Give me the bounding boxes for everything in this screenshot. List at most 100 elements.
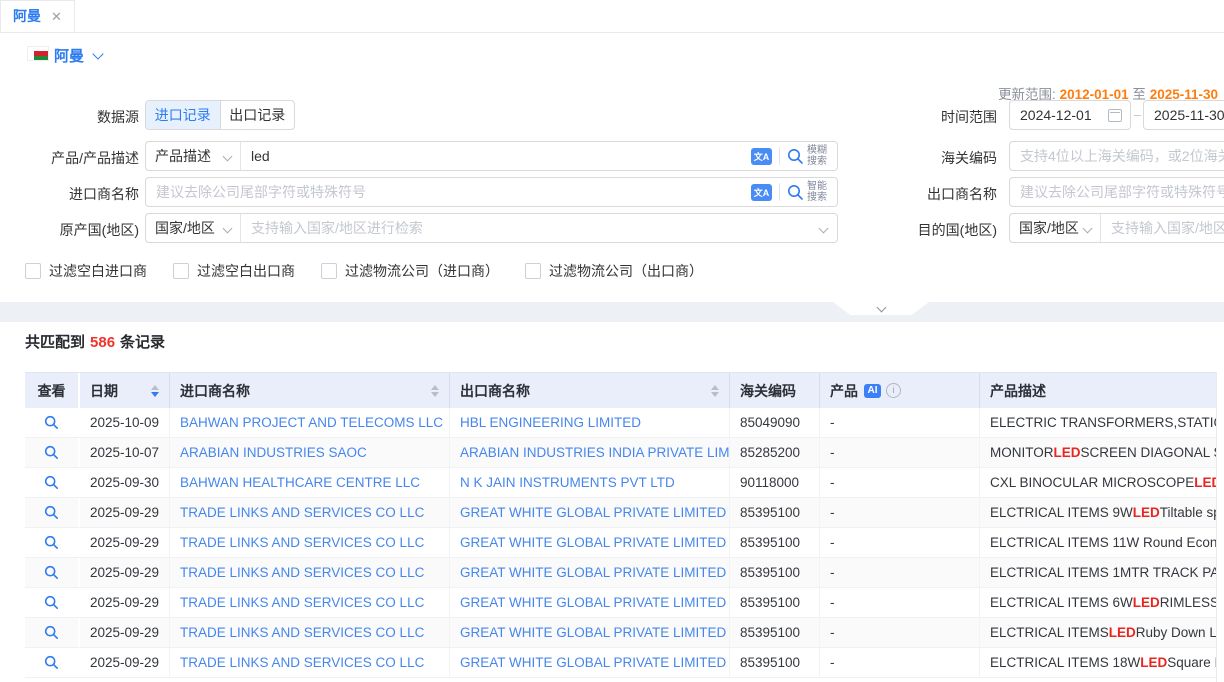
importer-link[interactable]: BAHWAN PROJECT AND TELECOMS LLC (170, 408, 450, 437)
hs-code-cell: 85049090 (730, 408, 820, 437)
exporter-group (1009, 177, 1224, 207)
product-cell: - (820, 558, 980, 587)
product-search-input[interactable] (241, 143, 751, 169)
origin-group: 国家/地区 (145, 213, 838, 243)
translate-icon[interactable]: 文A (751, 184, 772, 201)
date-start-input[interactable]: 2024-12-01 (1009, 100, 1131, 130)
importer-link[interactable]: TRADE LINKS AND SERVICES CO LLC (170, 558, 450, 587)
view-record-icon[interactable] (44, 655, 59, 670)
table-row: 2025-09-29TRADE LINKS AND SERVICES CO LL… (25, 528, 1216, 558)
date-cell: 2025-09-29 (80, 588, 170, 617)
hs-code-cell: 85395100 (730, 588, 820, 617)
country-row: 阿曼 (0, 33, 1224, 73)
view-record-icon[interactable] (44, 625, 59, 640)
exporter-link[interactable]: N K JAIN INSTRUMENTS PVT LTD (450, 468, 730, 497)
view-cell[interactable] (25, 648, 80, 677)
description-cell: ELCTRICAL ITEMS 9W LED Tiltable sp... (980, 498, 1216, 527)
exporter-link[interactable]: HBL ENGINEERING LIMITED (450, 408, 730, 437)
exporter-link[interactable]: GREAT WHITE GLOBAL PRIVATE LIMITED (450, 648, 730, 677)
table-row: 2025-09-29TRADE LINKS AND SERVICES CO LL… (25, 558, 1216, 588)
table-row: 2025-09-29TRADE LINKS AND SERVICES CO LL… (25, 648, 1216, 678)
fuzzy-search-button[interactable]: 模糊搜索 (787, 145, 829, 167)
tab-oman[interactable]: 阿曼 ✕ (0, 0, 75, 32)
view-cell[interactable] (25, 528, 80, 557)
checkbox-icon[interactable] (173, 263, 189, 279)
exporter-input[interactable] (1010, 179, 1224, 205)
exporter-link[interactable]: GREAT WHITE GLOBAL PRIVATE LIMITED (450, 588, 730, 617)
importer-link[interactable]: BAHWAN HEALTHCARE CENTRE LLC (170, 468, 450, 497)
checkbox-icon[interactable] (25, 263, 41, 279)
chevron-down-icon[interactable] (92, 48, 103, 59)
destination-country-input[interactable] (1101, 215, 1224, 241)
importer-search-group: 文A 智能搜索 (145, 177, 838, 207)
origin-country-select[interactable]: 国家/地区 (146, 214, 241, 242)
view-cell[interactable] (25, 408, 80, 437)
view-record-icon[interactable] (44, 595, 59, 610)
column-importer[interactable]: 进口商名称 (170, 373, 450, 408)
column-exporter[interactable]: 出口商名称 (450, 373, 730, 408)
chevron-down-icon (876, 302, 886, 312)
time-range-label: 时间范围 (900, 107, 997, 127)
view-record-icon[interactable] (44, 475, 59, 490)
importer-link[interactable]: TRADE LINKS AND SERVICES CO LLC (170, 498, 450, 527)
view-cell[interactable] (25, 558, 80, 587)
importer-input[interactable] (146, 179, 751, 205)
view-record-icon[interactable] (44, 415, 59, 430)
search-icon (787, 148, 804, 165)
exporter-link[interactable]: ARABIAN INDUSTRIES INDIA PRIVATE LIMIT..… (450, 438, 730, 467)
tab-import-records[interactable]: 进口记录 (146, 101, 220, 129)
checkbox-icon[interactable] (525, 263, 541, 279)
column-date[interactable]: 日期 (80, 373, 170, 408)
origin-country-input[interactable] (241, 215, 820, 241)
importer-link[interactable]: TRADE LINKS AND SERVICES CO LLC (170, 588, 450, 617)
sort-icons[interactable] (711, 385, 719, 397)
view-record-icon[interactable] (44, 505, 59, 520)
view-record-icon[interactable] (44, 565, 59, 580)
country-selector[interactable]: 阿曼 (54, 45, 84, 66)
view-cell[interactable] (25, 468, 80, 497)
importer-link[interactable]: ARABIAN INDUSTRIES SAOC (170, 438, 450, 467)
column-hs-code: 海关编码 (730, 373, 820, 408)
importer-link[interactable]: TRADE LINKS AND SERVICES CO LLC (170, 648, 450, 677)
importer-link[interactable]: TRADE LINKS AND SERVICES CO LLC (170, 528, 450, 557)
view-cell[interactable] (25, 618, 80, 647)
exporter-link[interactable]: GREAT WHITE GLOBAL PRIVATE LIMITED (450, 618, 730, 647)
fuzzy-search-label: 模糊搜索 (807, 145, 829, 167)
checkbox-filter-blank-exporter[interactable]: 过滤空白出口商 (173, 261, 295, 281)
destination-group: 国家/地区 (1009, 213, 1224, 243)
info-icon[interactable] (886, 383, 901, 398)
tab-export-records[interactable]: 出口记录 (220, 101, 295, 129)
hs-code-input[interactable] (1010, 143, 1224, 169)
view-cell[interactable] (25, 588, 80, 617)
checkbox-filter-blank-importer[interactable]: 过滤空白进口商 (25, 261, 147, 281)
description-cell: ELCTRICAL ITEMS LED Ruby Down Li... (980, 618, 1216, 647)
description-cell: CXL BINOCULAR MICROSCOPE LED (... (980, 468, 1216, 497)
date-cell: 2025-09-29 (80, 498, 170, 527)
column-view: 查看 (25, 373, 80, 408)
importer-link[interactable]: TRADE LINKS AND SERVICES CO LLC (170, 618, 450, 647)
translate-icon[interactable]: 文A (751, 148, 772, 165)
view-record-icon[interactable] (44, 535, 59, 550)
chevron-down-icon (223, 151, 233, 161)
destination-country-select[interactable]: 国家/地区 (1010, 214, 1101, 242)
checkbox-filter-logistics-exporter[interactable]: 过滤物流公司（出口商） (525, 261, 703, 281)
product-type-select[interactable]: 产品描述 (146, 142, 241, 170)
table-body: 2025-10-09BAHWAN PROJECT AND TELECOMS LL… (25, 408, 1216, 678)
checkbox-icon[interactable] (321, 263, 337, 279)
description-cell: ELCTRICAL ITEMS 11W Round Econo... (980, 528, 1216, 557)
exporter-link[interactable]: GREAT WHITE GLOBAL PRIVATE LIMITED (450, 528, 730, 557)
view-cell[interactable] (25, 498, 80, 527)
hs-code-cell: 85395100 (730, 528, 820, 557)
view-cell[interactable] (25, 438, 80, 467)
close-icon[interactable]: ✕ (51, 10, 62, 23)
vertical-scrollbar[interactable] (1216, 372, 1224, 682)
smart-search-button[interactable]: 智能搜索 (787, 181, 829, 203)
view-record-icon[interactable] (44, 445, 59, 460)
checkbox-filter-logistics-importer[interactable]: 过滤物流公司（进口商） (321, 261, 499, 281)
exporter-link[interactable]: GREAT WHITE GLOBAL PRIVATE LIMITED (450, 498, 730, 527)
date-end-input[interactable]: 2025-11-30 (1143, 100, 1224, 130)
exporter-link[interactable]: GREAT WHITE GLOBAL PRIVATE LIMITED (450, 558, 730, 587)
sort-icons[interactable] (151, 385, 159, 397)
exporter-label: 出口商名称 (900, 184, 997, 204)
sort-icons[interactable] (431, 385, 439, 397)
